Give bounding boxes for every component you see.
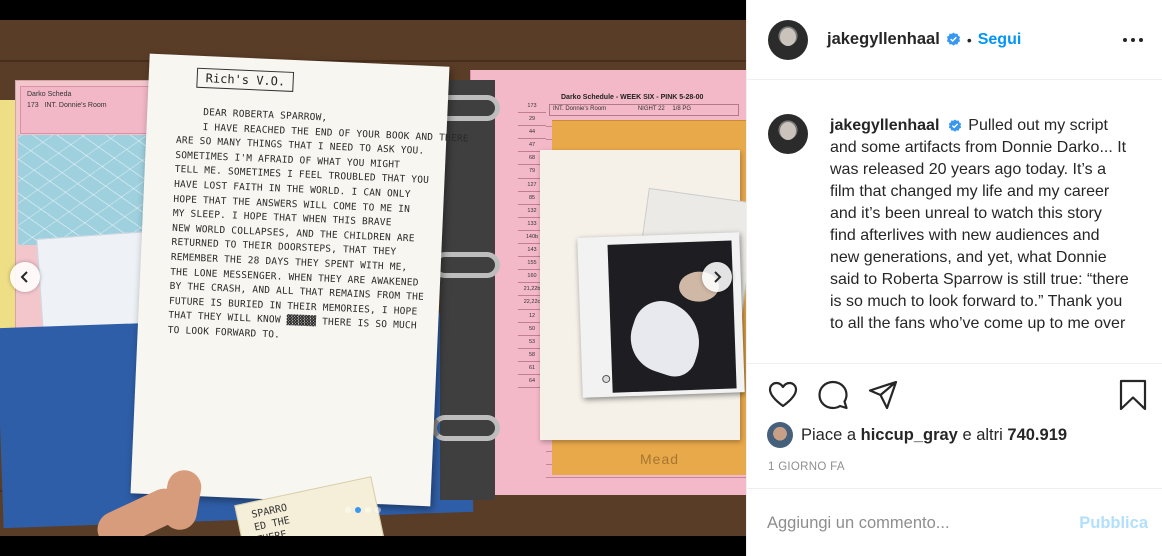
- carousel-prev-button[interactable]: [10, 262, 40, 292]
- comment-input[interactable]: [767, 514, 1067, 533]
- likes-summary: Piace a hiccup_gray e altri 740.919: [767, 422, 1067, 448]
- polaroid-photo: [577, 232, 745, 398]
- note-card-text: SPARROED THETHEREDOESN: [250, 502, 296, 536]
- carousel-dot: [375, 507, 381, 513]
- small-sheet-location: INT. Donnie's Room: [44, 102, 107, 109]
- small-sheet-title: Darko Scheda: [27, 91, 72, 98]
- schedule-scene-number: 44: [518, 126, 546, 140]
- schedule-night: NIGHT 22: [637, 106, 665, 112]
- post-photo: Darko Scheda 173 INT. Donnie's Room Dark…: [0, 20, 746, 536]
- small-schedule-sheet: Darko Scheda 173 INT. Donnie's Room: [20, 86, 160, 134]
- liker-avatar[interactable]: [767, 422, 793, 448]
- likes-prefix: Piace a: [801, 425, 857, 444]
- post-side-panel: jakegyllenhaal • Segui jakegyllenhaal Pu…: [746, 0, 1162, 556]
- letter-body: Dear Roberta Sparrow, I have reached the …: [167, 105, 469, 349]
- post-actions: [747, 363, 1162, 423]
- likes-middle: e altri: [962, 425, 1003, 444]
- chevron-left-icon: [20, 271, 28, 283]
- caption-avatar[interactable]: [768, 114, 808, 154]
- caption-text: Pulled out my script and some artifacts …: [830, 117, 1129, 332]
- caption-username[interactable]: jakegyllenhaal: [830, 117, 939, 134]
- heart-icon: [768, 381, 798, 408]
- more-icon: [1123, 38, 1127, 42]
- schedule-pages: 1/8 PG: [672, 106, 692, 112]
- comment-bar: Pubblica: [747, 488, 1162, 556]
- post-date[interactable]: 1 GIORNO FA: [768, 461, 845, 473]
- letter-title: Rich's V.O.: [196, 67, 295, 92]
- post-media: Darko Scheda 173 INT. Donnie's Room Dark…: [0, 0, 746, 556]
- carousel-dot: [355, 507, 361, 513]
- chevron-right-icon: [714, 271, 722, 283]
- caption: jakegyllenhaal Pulled out my script and …: [830, 115, 1130, 335]
- schedule-scene-number: 29: [518, 113, 546, 127]
- save-button[interactable]: [1117, 379, 1149, 411]
- comment-icon: [818, 380, 848, 410]
- verified-badge-icon: [948, 119, 961, 132]
- binder-ring: [432, 252, 500, 278]
- carousel-dot: [365, 507, 371, 513]
- avatar[interactable]: [768, 19, 808, 60]
- handwritten-letter: Rich's V.O. Dear Roberta Sparrow, I have …: [130, 53, 469, 507]
- mead-logo: Mead: [640, 451, 680, 467]
- comment-button[interactable]: [817, 379, 849, 411]
- like-button[interactable]: [767, 379, 799, 411]
- schedule-scene-number: 173: [518, 100, 546, 114]
- paper-plane-icon: [868, 380, 898, 410]
- carousel-dot: [345, 507, 351, 513]
- carousel-next-button[interactable]: [702, 262, 732, 292]
- likes-count[interactable]: 740.919: [1007, 426, 1067, 445]
- schedule-scene-row: INT. Donnie's Room NIGHT 22 1/8 PG: [549, 104, 739, 116]
- liked-by-user[interactable]: hiccup_gray: [861, 426, 958, 445]
- schedule-scene-location: INT. Donnie's Room: [553, 106, 607, 112]
- polaroid-dot: [602, 374, 611, 384]
- blueprint-paper: [18, 135, 148, 245]
- small-sheet-scene: 173: [27, 102, 39, 109]
- follow-button[interactable]: Segui: [978, 31, 1022, 49]
- carousel-indicator: [345, 507, 381, 513]
- header-username[interactable]: jakegyllenhaal: [827, 30, 940, 49]
- header-separator: •: [966, 31, 972, 48]
- binder-ring: [432, 415, 500, 441]
- publish-button[interactable]: Pubblica: [1079, 514, 1148, 533]
- more-options-button[interactable]: [1123, 30, 1143, 50]
- verified-badge-icon: [946, 32, 960, 46]
- share-button[interactable]: [867, 379, 899, 411]
- post-header: jakegyllenhaal • Segui: [747, 0, 1162, 80]
- caption-section: jakegyllenhaal Pulled out my script and …: [747, 90, 1162, 363]
- bookmark-icon: [1119, 379, 1147, 411]
- schedule-header: Darko Schedule - WEEK SIX - PINK 5-28-00: [561, 94, 704, 101]
